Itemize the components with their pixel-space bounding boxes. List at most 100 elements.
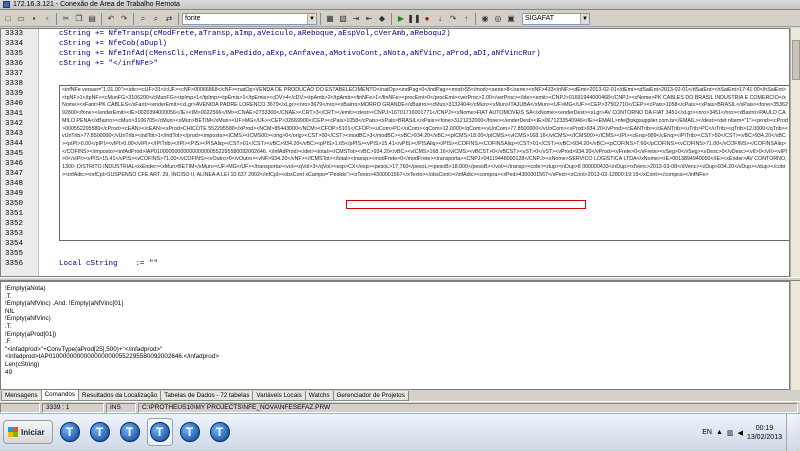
- tab-mensagens[interactable]: Mensagens: [1, 391, 42, 401]
- command-output-panel[interactable]: !Empty(aNota) .T. !Empty(aNfVinc) .And. !E…: [0, 281, 790, 390]
- code-line[interactable]: [41, 69, 789, 79]
- code-line[interactable]: cString += NfeCob(aDupl): [41, 39, 789, 49]
- scroll-thumb[interactable]: [792, 40, 800, 80]
- output-line: NIL: [5, 307, 15, 315]
- line-number: 3349: [5, 190, 24, 198]
- volume-icon[interactable]: ◀: [738, 429, 743, 437]
- copy-icon[interactable]: ❐: [73, 13, 85, 25]
- watch-icon[interactable]: ◎: [492, 13, 504, 25]
- network-icon[interactable]: ▥: [727, 429, 734, 437]
- toolbar-separator: [391, 12, 392, 25]
- tab-tabelas-de-dados-72-tabelas[interactable]: Tabelas de Dados - 72 tabelas: [160, 391, 254, 401]
- tab-gerenciador-de-projetos[interactable]: Gerenciador de Projetos: [332, 391, 409, 401]
- ide-toolbar: □ ▭ ▪ ▫ ✂ ❐ ▤ ↶ ↷ ⌕ ⌕ ⇄ fonte ▼ ▦ ▧ ⇥ ⇤ …: [0, 11, 800, 27]
- start-button[interactable]: Iniciar: [3, 420, 53, 444]
- taskbar-app-totvs[interactable]: T: [117, 418, 143, 446]
- save-all-icon[interactable]: ▫: [41, 13, 53, 25]
- console-icon[interactable]: ▣: [505, 13, 517, 25]
- output-line: .T.: [5, 322, 12, 330]
- stop-icon[interactable]: ●: [421, 13, 433, 25]
- source-file-combo[interactable]: SIGAFAT ▼: [522, 12, 590, 25]
- cut-icon[interactable]: ✂: [60, 13, 72, 25]
- outdent-icon[interactable]: ⇤: [363, 13, 375, 25]
- pause-icon[interactable]: ❚❚: [407, 13, 420, 25]
- step-out-icon[interactable]: ↑: [460, 13, 472, 25]
- open-folder-icon[interactable]: ▭: [15, 13, 27, 25]
- line-number: 3346: [5, 160, 24, 168]
- totvs-icon: T: [119, 422, 140, 442]
- replace-icon[interactable]: ⇄: [163, 13, 175, 25]
- taskbar-app-totvs[interactable]: T: [57, 418, 83, 446]
- taskbar-app-totvs[interactable]: T: [207, 418, 233, 446]
- chevron-down-icon: ▼: [580, 13, 589, 24]
- line-number: 3337: [5, 70, 24, 78]
- output-vertical-scrollbar[interactable]: [790, 281, 800, 390]
- save-icon[interactable]: ▪: [28, 13, 40, 25]
- totvs-icon: T: [149, 422, 170, 442]
- tab-resultados-da-localiza-o[interactable]: Resultados da Localização: [78, 391, 162, 401]
- step-into-icon[interactable]: ↓: [434, 13, 446, 25]
- line-number: 3333: [5, 30, 24, 38]
- line-number: 3339: [5, 90, 24, 98]
- clock-time: 00:19: [755, 424, 774, 432]
- show-desktop-button[interactable]: [786, 414, 796, 451]
- language-indicator[interactable]: EN: [702, 429, 712, 436]
- window-title: 172.16.3.121 - Conexão de Área de Trabal…: [13, 1, 180, 8]
- bottom-tab-bar: Mensagens Comandos Resultados da Localizaç…: [0, 390, 800, 401]
- line-number: 3335: [5, 50, 24, 58]
- line-col-indicator: 3339 : 1: [42, 402, 104, 413]
- totvs-icon: T: [89, 422, 110, 442]
- tray-expand-icon[interactable]: ▲: [716, 429, 723, 436]
- find-next-icon[interactable]: ⌕: [150, 13, 162, 25]
- clock[interactable]: 00:19 13/02/2013: [747, 424, 782, 442]
- paste-icon[interactable]: ▤: [86, 13, 98, 25]
- windows-logo-icon: [8, 427, 18, 437]
- line-number: 3340: [5, 100, 24, 108]
- line-number: 3353: [5, 230, 24, 238]
- run-icon[interactable]: ▶: [395, 13, 407, 25]
- line-number: 3345: [5, 150, 24, 158]
- taskbar-app-totvs[interactable]: T: [177, 418, 203, 446]
- highlight-box: [346, 200, 586, 209]
- output-line: !Empty(aNfVinc): [5, 315, 51, 323]
- line-number: 3338: [5, 80, 24, 88]
- code-line[interactable]: cString += "</infNFe>": [41, 59, 789, 69]
- indent-icon[interactable]: ⇥: [350, 13, 362, 25]
- toolbar-separator: [178, 12, 179, 25]
- redo-icon[interactable]: ↷: [118, 13, 130, 25]
- line-number: 3348: [5, 180, 24, 188]
- line-number: 3342: [5, 120, 24, 128]
- taskbar-app-totvs-active[interactable]: T: [146, 418, 173, 446]
- totvs-icon: T: [209, 422, 230, 442]
- new-file-icon[interactable]: □: [2, 13, 14, 25]
- toolbar-separator: [133, 12, 134, 25]
- line-number: 3355: [5, 250, 24, 258]
- step-over-icon[interactable]: ↷: [447, 13, 459, 25]
- output-line: !Empty(aNfVinc) .And. !Empty(aNfVinc[01]: [5, 300, 124, 308]
- tab-comandos[interactable]: Comandos: [40, 390, 80, 401]
- toolbar-separator: [475, 12, 476, 25]
- line-number: 3356: [5, 260, 24, 268]
- output-line: .T.: [5, 292, 12, 300]
- code-line[interactable]: cString += NfeInfAd(cMensCli,cMensFis,aP…: [41, 49, 789, 59]
- output-line: !Empty(aNota): [5, 285, 46, 292]
- environment-combo-value: fonte: [185, 15, 201, 22]
- code-editor[interactable]: 3333 3334 3335 3336 3337 3338 3339 3340 3341 3342…: [0, 28, 790, 277]
- undo-icon[interactable]: ↶: [105, 13, 117, 25]
- output-line: !Empty(aProd[01]): [5, 330, 57, 338]
- tab-watchs[interactable]: Watchs: [304, 391, 334, 401]
- breakpoint-icon[interactable]: ◉: [479, 13, 491, 25]
- totvs-icon: T: [59, 422, 80, 442]
- find-icon[interactable]: ⌕: [137, 13, 149, 25]
- line-number: 3347: [5, 170, 24, 178]
- environment-combo[interactable]: fonte ▼: [182, 12, 317, 25]
- code-line[interactable]: [41, 249, 789, 259]
- tab-vari-veis-locais[interactable]: Variáveis Locais: [252, 391, 306, 401]
- taskbar-app-totvs[interactable]: T: [87, 418, 113, 446]
- bookmark-icon[interactable]: ◆: [376, 13, 388, 25]
- build-icon[interactable]: ▧: [337, 13, 349, 25]
- code-line[interactable]: cString += NfeTransp(cModFrete,aTransp,a…: [41, 29, 789, 39]
- compile-icon[interactable]: ▦: [324, 13, 336, 25]
- code-line[interactable]: Local cString := "": [41, 259, 789, 269]
- editor-vertical-scrollbar[interactable]: [790, 28, 800, 277]
